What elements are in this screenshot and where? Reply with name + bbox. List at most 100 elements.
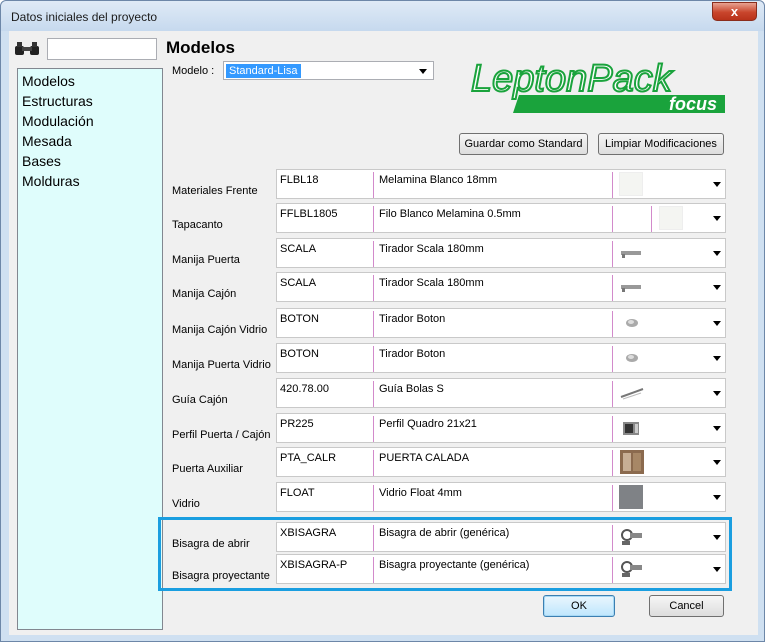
- clear-changes-button[interactable]: Limpiar Modificaciones: [598, 133, 724, 155]
- divider: [373, 381, 374, 407]
- row-description: Guía Bolas S: [379, 383, 444, 395]
- glass-dropdown[interactable]: FLOAT Vidrio Float 4mm: [276, 482, 726, 512]
- row-code: BOTON: [280, 348, 319, 360]
- chevron-down-icon: [713, 495, 721, 500]
- row-label: Materiales Frente: [172, 185, 258, 197]
- dialog-content: Modelos Estructuras Modulación Mesada Ba…: [9, 31, 758, 635]
- drawer-handle-dropdown[interactable]: SCALA Tirador Scala 180mm: [276, 272, 726, 302]
- chevron-down-icon: [419, 69, 427, 74]
- row-vidrio: Vidrio FLOAT Vidrio Float 4mm: [160, 482, 726, 514]
- divider: [373, 485, 374, 511]
- divider: [612, 381, 613, 407]
- dialog-window: Datos iniciales del proyecto x Modelos E…: [0, 0, 765, 642]
- chevron-down-icon: [713, 426, 721, 431]
- material-dropdown[interactable]: FLBL18 Melamina Blanco 18mm: [276, 169, 726, 199]
- ok-button[interactable]: OK: [543, 595, 615, 617]
- hinge-highlight-box: [158, 517, 732, 591]
- row-manija-cajon-vidrio: Manija Cajón Vidrio BOTON Tirador Boton: [160, 308, 726, 340]
- model-value: Standard-Lisa: [226, 64, 301, 78]
- page-title: Modelos: [166, 38, 235, 57]
- sidebar-item-estructuras[interactable]: Estructuras: [18, 91, 162, 111]
- model-dropdown[interactable]: Standard-Lisa: [223, 61, 434, 80]
- row-materiales-frente: Materiales Frente FLBL18 Melamina Blanco…: [160, 169, 726, 201]
- glass-drawer-handle-dropdown[interactable]: BOTON Tirador Boton: [276, 308, 726, 338]
- divider: [373, 416, 374, 442]
- row-code: SCALA: [280, 243, 317, 255]
- divider: [612, 275, 613, 301]
- sidebar-item-mesada[interactable]: Mesada: [18, 131, 162, 151]
- chevron-down-icon: [713, 251, 721, 256]
- knob-icon: [626, 354, 638, 362]
- row-manija-puerta: Manija Puerta SCALA Tirador Scala 180mm: [160, 238, 726, 270]
- divider: [373, 346, 374, 372]
- row-manija-cajon: Manija Cajón SCALA Tirador Scala 180mm: [160, 272, 726, 304]
- chevron-down-icon: [713, 391, 721, 396]
- chevron-down-icon: [713, 182, 721, 187]
- divider: [373, 172, 374, 198]
- white-swatch-icon: [659, 206, 683, 230]
- row-tapacanto: Tapacanto FFLBL1805 Filo Blanco Melamina…: [160, 203, 726, 235]
- divider: [373, 275, 374, 301]
- sidebar-item-modelos[interactable]: Modelos: [18, 71, 162, 91]
- row-code: PTA_CALR: [280, 452, 337, 464]
- aux-door-dropdown[interactable]: PTA_CALR PUERTA CALADA: [276, 447, 726, 477]
- divider: [612, 485, 613, 511]
- edge-dropdown[interactable]: FFLBL1805 Filo Blanco Melamina 0.5mm: [276, 203, 726, 233]
- row-description: Melamina Blanco 18mm: [379, 174, 497, 186]
- door-icon: [620, 450, 644, 474]
- chevron-down-icon: [713, 285, 721, 290]
- model-label: Modelo :: [172, 65, 215, 77]
- sidebar-item-molduras[interactable]: Molduras: [18, 171, 162, 191]
- row-description: Tirador Boton: [379, 313, 446, 325]
- logo-text: LeptonPack: [471, 58, 674, 100]
- row-code: PR225: [280, 418, 314, 430]
- knob-icon: [626, 319, 638, 327]
- row-guia-cajon: Guía Cajón 420.78.00 Guía Bolas S: [160, 378, 726, 410]
- sidebar-item-modulacion[interactable]: Modulación: [18, 111, 162, 131]
- row-description: Tirador Boton: [379, 348, 446, 360]
- handle-icon: [621, 251, 641, 258]
- row-description: Vidrio Float 4mm: [379, 487, 462, 499]
- row-label: Guía Cajón: [172, 394, 228, 406]
- row-label: Puerta Auxiliar: [172, 463, 243, 475]
- cancel-button[interactable]: Cancel: [649, 595, 724, 617]
- row-label: Tapacanto: [172, 219, 223, 231]
- row-label: Manija Cajón Vidrio: [172, 324, 268, 336]
- row-label: Perfil Puerta / Cajón: [172, 429, 271, 441]
- divider: [373, 241, 374, 267]
- profile-dropdown[interactable]: PR225 Perfil Quadro 21x21: [276, 413, 726, 443]
- profile-icon: [623, 422, 639, 435]
- white-swatch-icon: [619, 172, 643, 196]
- search-input[interactable]: [47, 38, 157, 60]
- row-description: Tirador Scala 180mm: [379, 243, 484, 255]
- divider: [373, 450, 374, 476]
- save-standard-button[interactable]: Guardar como Standard: [459, 133, 588, 155]
- divider: [612, 416, 613, 442]
- row-label: Manija Puerta Vidrio: [172, 359, 271, 371]
- chevron-down-icon: [713, 321, 721, 326]
- glass-door-handle-dropdown[interactable]: BOTON Tirador Boton: [276, 343, 726, 373]
- title-bar[interactable]: Datos iniciales del proyecto x: [1, 1, 764, 31]
- door-handle-dropdown[interactable]: SCALA Tirador Scala 180mm: [276, 238, 726, 268]
- row-description: Perfil Quadro 21x21: [379, 418, 477, 430]
- divider: [612, 206, 613, 232]
- handle-icon: [621, 285, 641, 292]
- window-title: Datos iniciales del proyecto: [11, 10, 158, 24]
- glass-swatch-icon: [619, 485, 643, 509]
- row-code: FLOAT: [280, 487, 315, 499]
- row-code: 420.78.00: [280, 383, 329, 395]
- row-label: Vidrio: [172, 498, 200, 510]
- row-code: SCALA: [280, 277, 317, 289]
- divider: [612, 241, 613, 267]
- binoculars-icon: [15, 42, 39, 55]
- chevron-down-icon: [713, 216, 721, 221]
- row-perfil: Perfil Puerta / Cajón PR225 Perfil Quadr…: [160, 413, 726, 445]
- row-description: PUERTA CALADA: [379, 452, 470, 464]
- row-label: Manija Cajón: [172, 288, 237, 300]
- sidebar-list[interactable]: Modelos Estructuras Modulación Mesada Ba…: [17, 68, 163, 630]
- close-button[interactable]: x: [712, 2, 757, 21]
- row-description: Filo Blanco Melamina 0.5mm: [379, 208, 521, 220]
- drawer-slide-dropdown[interactable]: 420.78.00 Guía Bolas S: [276, 378, 726, 408]
- sidebar-item-bases[interactable]: Bases: [18, 151, 162, 171]
- divider: [373, 311, 374, 337]
